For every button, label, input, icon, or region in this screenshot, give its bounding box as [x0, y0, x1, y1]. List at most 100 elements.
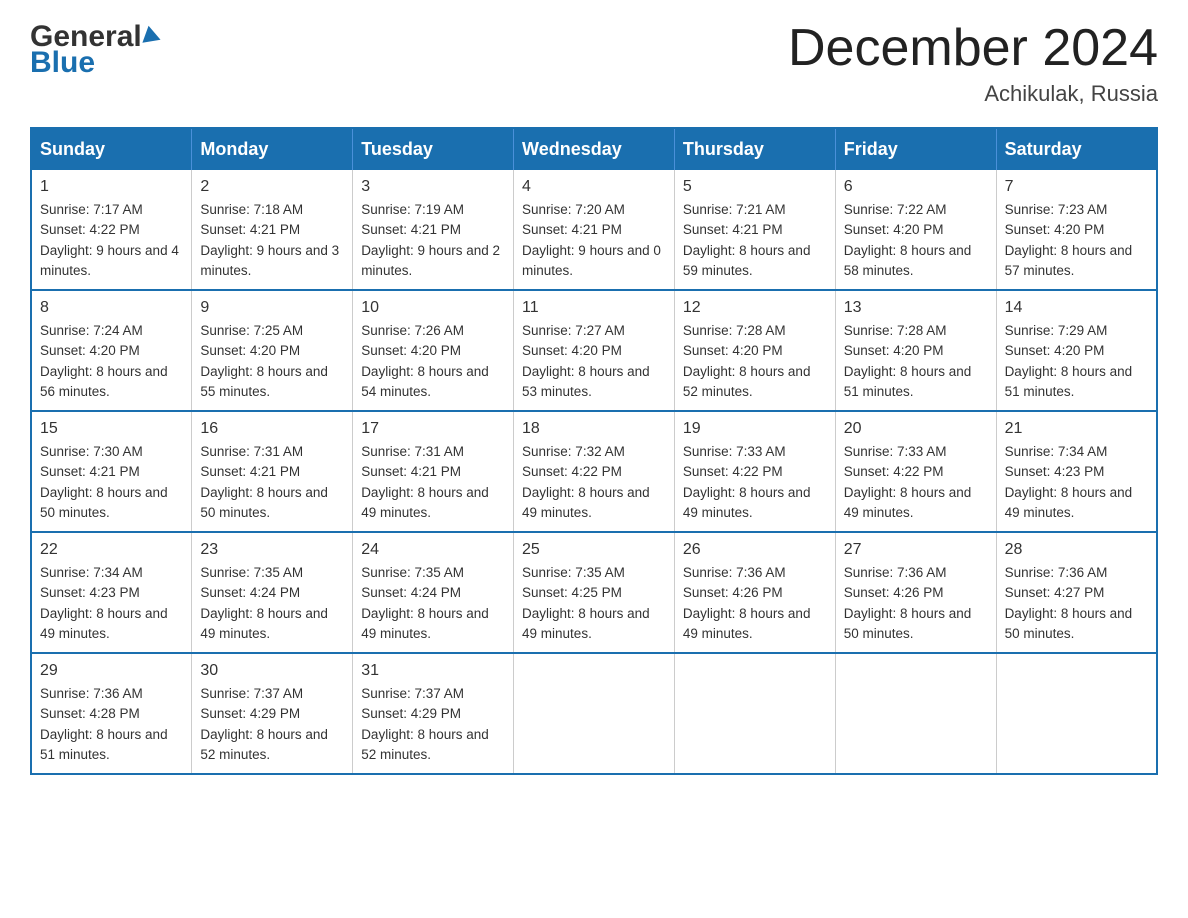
sunrise-label: Sunrise: 7:29 AM — [1005, 323, 1108, 338]
table-row: 21 Sunrise: 7:34 AM Sunset: 4:23 PM Dayl… — [996, 411, 1157, 532]
day-number: 18 — [522, 420, 666, 438]
table-row: 18 Sunrise: 7:32 AM Sunset: 4:22 PM Dayl… — [514, 411, 675, 532]
day-info: Sunrise: 7:33 AM Sunset: 4:22 PM Dayligh… — [844, 442, 988, 523]
day-number: 5 — [683, 178, 827, 196]
daylight-label: Daylight: 9 hours and 3 minutes. — [200, 243, 339, 278]
sunrise-label: Sunrise: 7:35 AM — [361, 565, 464, 580]
table-row: 3 Sunrise: 7:19 AM Sunset: 4:21 PM Dayli… — [353, 170, 514, 290]
col-tuesday: Tuesday — [353, 128, 514, 170]
day-info: Sunrise: 7:21 AM Sunset: 4:21 PM Dayligh… — [683, 200, 827, 281]
sunset-label: Sunset: 4:24 PM — [361, 585, 461, 600]
sunset-label: Sunset: 4:29 PM — [200, 706, 300, 721]
table-row: 31 Sunrise: 7:37 AM Sunset: 4:29 PM Dayl… — [353, 653, 514, 774]
table-row: 20 Sunrise: 7:33 AM Sunset: 4:22 PM Dayl… — [835, 411, 996, 532]
sunrise-label: Sunrise: 7:35 AM — [522, 565, 625, 580]
day-info: Sunrise: 7:33 AM Sunset: 4:22 PM Dayligh… — [683, 442, 827, 523]
daylight-label: Daylight: 8 hours and 50 minutes. — [200, 485, 328, 520]
sunset-label: Sunset: 4:21 PM — [683, 222, 783, 237]
day-info: Sunrise: 7:37 AM Sunset: 4:29 PM Dayligh… — [361, 684, 505, 765]
sunrise-label: Sunrise: 7:36 AM — [1005, 565, 1108, 580]
daylight-label: Daylight: 8 hours and 49 minutes. — [361, 606, 489, 641]
calendar-header-row: Sunday Monday Tuesday Wednesday Thursday… — [31, 128, 1157, 170]
sunset-label: Sunset: 4:21 PM — [361, 464, 461, 479]
day-number: 7 — [1005, 178, 1148, 196]
day-info: Sunrise: 7:34 AM Sunset: 4:23 PM Dayligh… — [40, 563, 183, 644]
day-number: 2 — [200, 178, 344, 196]
sunset-label: Sunset: 4:21 PM — [40, 464, 140, 479]
daylight-label: Daylight: 8 hours and 55 minutes. — [200, 364, 328, 399]
sunset-label: Sunset: 4:24 PM — [200, 585, 300, 600]
col-thursday: Thursday — [674, 128, 835, 170]
daylight-label: Daylight: 8 hours and 52 minutes. — [361, 727, 489, 762]
day-number: 25 — [522, 541, 666, 559]
daylight-label: Daylight: 8 hours and 52 minutes. — [683, 364, 811, 399]
sunrise-label: Sunrise: 7:26 AM — [361, 323, 464, 338]
day-info: Sunrise: 7:35 AM Sunset: 4:24 PM Dayligh… — [361, 563, 505, 644]
sunset-label: Sunset: 4:23 PM — [1005, 464, 1105, 479]
sunset-label: Sunset: 4:22 PM — [683, 464, 783, 479]
day-number: 8 — [40, 299, 183, 317]
day-number: 13 — [844, 299, 988, 317]
day-number: 26 — [683, 541, 827, 559]
table-row: 27 Sunrise: 7:36 AM Sunset: 4:26 PM Dayl… — [835, 532, 996, 653]
sunset-label: Sunset: 4:20 PM — [200, 343, 300, 358]
day-info: Sunrise: 7:19 AM Sunset: 4:21 PM Dayligh… — [361, 200, 505, 281]
sunset-label: Sunset: 4:26 PM — [844, 585, 944, 600]
table-row: 9 Sunrise: 7:25 AM Sunset: 4:20 PM Dayli… — [192, 290, 353, 411]
calendar-table: Sunday Monday Tuesday Wednesday Thursday… — [30, 127, 1158, 775]
sunrise-label: Sunrise: 7:28 AM — [844, 323, 947, 338]
table-row: 23 Sunrise: 7:35 AM Sunset: 4:24 PM Dayl… — [192, 532, 353, 653]
day-info: Sunrise: 7:17 AM Sunset: 4:22 PM Dayligh… — [40, 200, 183, 281]
day-info: Sunrise: 7:36 AM Sunset: 4:26 PM Dayligh… — [683, 563, 827, 644]
daylight-label: Daylight: 8 hours and 51 minutes. — [844, 364, 972, 399]
sunrise-label: Sunrise: 7:33 AM — [844, 444, 947, 459]
day-info: Sunrise: 7:30 AM Sunset: 4:21 PM Dayligh… — [40, 442, 183, 523]
day-info: Sunrise: 7:35 AM Sunset: 4:25 PM Dayligh… — [522, 563, 666, 644]
daylight-label: Daylight: 9 hours and 0 minutes. — [522, 243, 661, 278]
table-row: 19 Sunrise: 7:33 AM Sunset: 4:22 PM Dayl… — [674, 411, 835, 532]
logo-arrow-icon — [142, 26, 163, 48]
day-number: 4 — [522, 178, 666, 196]
day-info: Sunrise: 7:31 AM Sunset: 4:21 PM Dayligh… — [200, 442, 344, 523]
day-number: 24 — [361, 541, 505, 559]
table-row: 7 Sunrise: 7:23 AM Sunset: 4:20 PM Dayli… — [996, 170, 1157, 290]
table-row: 29 Sunrise: 7:36 AM Sunset: 4:28 PM Dayl… — [31, 653, 192, 774]
day-info: Sunrise: 7:25 AM Sunset: 4:20 PM Dayligh… — [200, 321, 344, 402]
day-info: Sunrise: 7:27 AM Sunset: 4:20 PM Dayligh… — [522, 321, 666, 402]
calendar-week-row: 29 Sunrise: 7:36 AM Sunset: 4:28 PM Dayl… — [31, 653, 1157, 774]
daylight-label: Daylight: 8 hours and 49 minutes. — [683, 606, 811, 641]
day-info: Sunrise: 7:29 AM Sunset: 4:20 PM Dayligh… — [1005, 321, 1148, 402]
day-number: 31 — [361, 662, 505, 680]
daylight-label: Daylight: 8 hours and 59 minutes. — [683, 243, 811, 278]
table-row: 26 Sunrise: 7:36 AM Sunset: 4:26 PM Dayl… — [674, 532, 835, 653]
sunset-label: Sunset: 4:21 PM — [522, 222, 622, 237]
sunset-label: Sunset: 4:27 PM — [1005, 585, 1105, 600]
sunrise-label: Sunrise: 7:32 AM — [522, 444, 625, 459]
daylight-label: Daylight: 8 hours and 58 minutes. — [844, 243, 972, 278]
day-number: 30 — [200, 662, 344, 680]
sunset-label: Sunset: 4:20 PM — [361, 343, 461, 358]
table-row: 30 Sunrise: 7:37 AM Sunset: 4:29 PM Dayl… — [192, 653, 353, 774]
sunset-label: Sunset: 4:22 PM — [522, 464, 622, 479]
sunrise-label: Sunrise: 7:31 AM — [200, 444, 303, 459]
sunset-label: Sunset: 4:21 PM — [200, 222, 300, 237]
title-section: December 2024 Achikulak, Russia — [788, 20, 1158, 107]
table-row: 12 Sunrise: 7:28 AM Sunset: 4:20 PM Dayl… — [674, 290, 835, 411]
day-number: 10 — [361, 299, 505, 317]
day-info: Sunrise: 7:20 AM Sunset: 4:21 PM Dayligh… — [522, 200, 666, 281]
day-number: 21 — [1005, 420, 1148, 438]
sunrise-label: Sunrise: 7:36 AM — [40, 686, 143, 701]
table-row: 5 Sunrise: 7:21 AM Sunset: 4:21 PM Dayli… — [674, 170, 835, 290]
table-row: 13 Sunrise: 7:28 AM Sunset: 4:20 PM Dayl… — [835, 290, 996, 411]
sunrise-label: Sunrise: 7:23 AM — [1005, 202, 1108, 217]
logo-lines: General Blue — [30, 20, 161, 80]
sunrise-label: Sunrise: 7:37 AM — [200, 686, 303, 701]
sunset-label: Sunset: 4:20 PM — [522, 343, 622, 358]
sunset-label: Sunset: 4:21 PM — [361, 222, 461, 237]
table-row — [835, 653, 996, 774]
sunrise-label: Sunrise: 7:33 AM — [683, 444, 786, 459]
logo: General Blue — [30, 20, 161, 80]
sunrise-label: Sunrise: 7:25 AM — [200, 323, 303, 338]
day-info: Sunrise: 7:28 AM Sunset: 4:20 PM Dayligh… — [683, 321, 827, 402]
daylight-label: Daylight: 9 hours and 4 minutes. — [40, 243, 179, 278]
